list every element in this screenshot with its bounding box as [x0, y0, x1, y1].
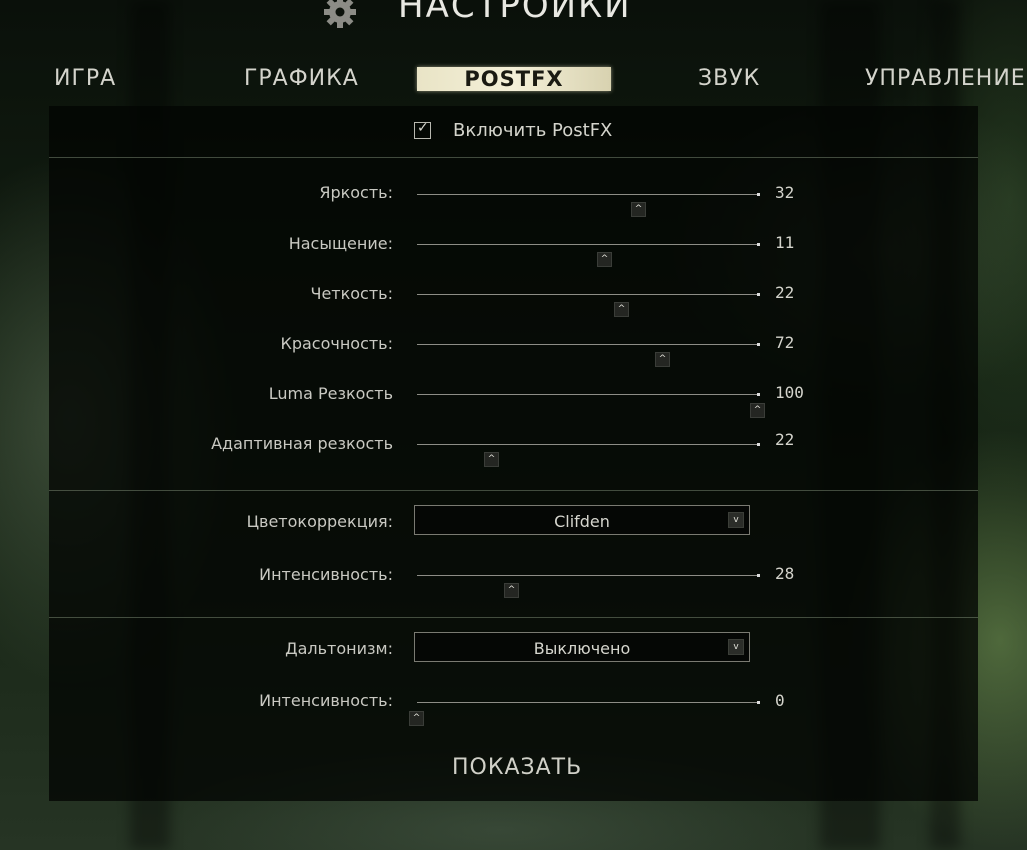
tab-game[interactable]: ИГРА	[54, 66, 116, 91]
colorblind-intensity-thumb[interactable]: ^	[409, 711, 424, 726]
adaptive-sharpness-slider[interactable]	[417, 443, 760, 446]
color-grading-label: Цветокоррекция:	[246, 512, 393, 531]
brightness-slider[interactable]	[417, 193, 760, 196]
checkmark-icon: ✓	[417, 120, 429, 136]
clarity-slider-thumb[interactable]: ^	[614, 302, 629, 317]
color-grading-selected: Clifden	[554, 512, 610, 531]
saturation-slider-thumb[interactable]: ^	[597, 252, 612, 267]
luma-sharpness-slider[interactable]	[417, 393, 760, 396]
luma-sharpness-label: Luma Резкость	[268, 384, 393, 403]
divider	[49, 490, 978, 491]
adaptive-sharpness-value: 22	[775, 430, 795, 449]
saturation-value: 11	[775, 233, 795, 252]
colorfulness-slider[interactable]	[417, 343, 760, 346]
colorblind-dropdown[interactable]: Выключено v	[414, 632, 750, 662]
adaptive-sharpness-slider-thumb[interactable]: ^	[484, 452, 499, 467]
clarity-label: Четкость:	[310, 284, 393, 303]
divider	[49, 157, 978, 158]
clarity-slider[interactable]	[417, 293, 760, 296]
color-grading-dropdown[interactable]: Clifden v	[414, 505, 750, 535]
adaptive-sharpness-label: Адаптивная резкость	[211, 434, 393, 453]
chevron-down-icon[interactable]: v	[728, 639, 744, 655]
colorblind-selected: Выключено	[533, 639, 631, 658]
page-title: НАСТРОЙКИ	[398, 0, 632, 26]
brightness-value: 32	[775, 183, 795, 202]
colorfulness-value: 72	[775, 333, 795, 352]
colorfulness-slider-thumb[interactable]: ^	[655, 352, 670, 367]
divider	[49, 617, 978, 618]
gear-icon	[324, 0, 356, 28]
colorblind-intensity-slider[interactable]	[417, 701, 760, 704]
brightness-slider-thumb[interactable]: ^	[631, 202, 646, 217]
show-button[interactable]: ПОКАЗАТЬ	[452, 755, 582, 780]
color-grading-intensity-slider[interactable]	[417, 574, 760, 577]
settings-panel	[49, 106, 978, 801]
colorblind-intensity-value: 0	[775, 691, 785, 710]
brightness-label: Яркость:	[319, 183, 393, 202]
clarity-value: 22	[775, 283, 795, 302]
chevron-down-icon[interactable]: v	[728, 512, 744, 528]
tab-sound[interactable]: ЗВУК	[698, 66, 760, 91]
color-grading-intensity-value: 28	[775, 564, 795, 583]
saturation-label: Насыщение:	[288, 234, 393, 253]
tab-controls[interactable]: УПРАВЛЕНИЕ	[865, 66, 1026, 91]
colorfulness-label: Красочность:	[280, 334, 393, 353]
colorblind-intensity-label: Интенсивность:	[259, 691, 393, 710]
saturation-slider[interactable]	[417, 243, 760, 246]
enable-postfx-label: Включить PostFX	[453, 120, 613, 141]
enable-postfx-checkbox[interactable]: ✓	[414, 120, 431, 139]
luma-sharpness-value: 100	[775, 383, 804, 402]
tab-postfx[interactable]: POSTFX	[417, 67, 611, 91]
colorblind-label: Дальтонизм:	[285, 639, 393, 658]
luma-sharpness-slider-thumb[interactable]: ^	[750, 403, 765, 418]
settings-header: НАСТРОЙКИ	[0, 0, 1027, 40]
color-grading-intensity-thumb[interactable]: ^	[504, 583, 519, 598]
color-grading-intensity-label: Интенсивность:	[259, 565, 393, 584]
tab-graphics[interactable]: ГРАФИКА	[244, 66, 359, 91]
